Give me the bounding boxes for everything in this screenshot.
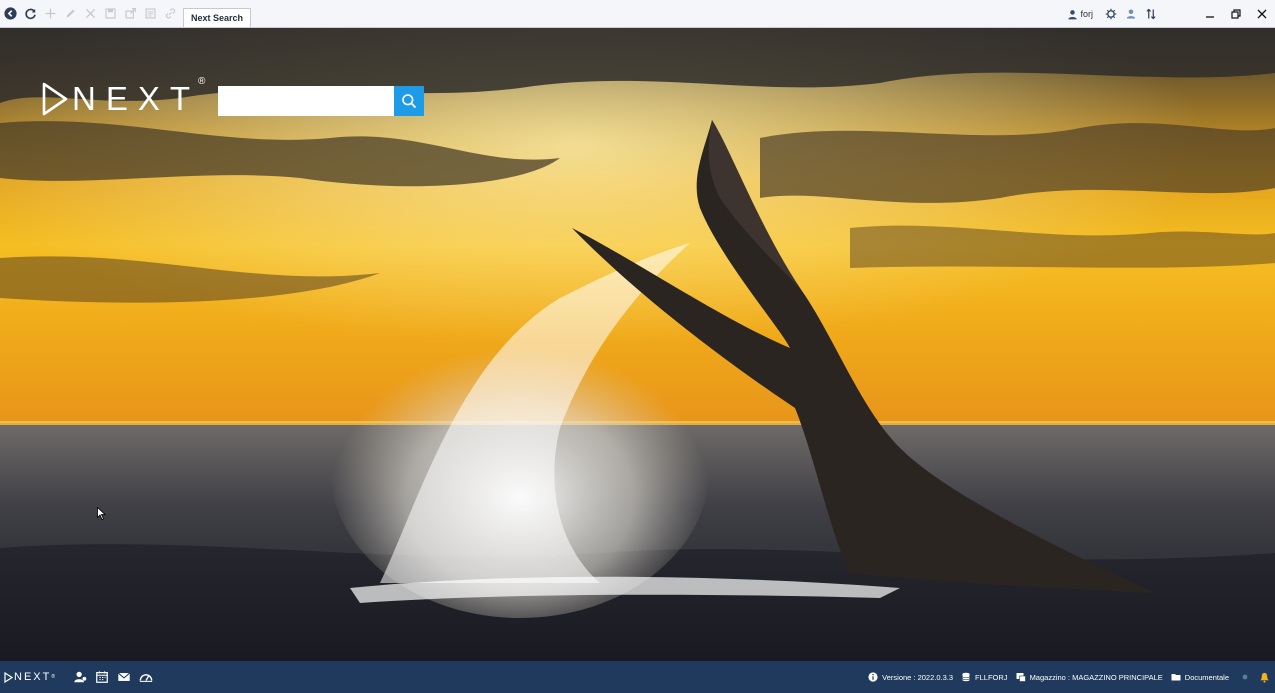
statusbar-shortcuts (69, 666, 157, 688)
folder-icon (1171, 674, 1181, 681)
search-button[interactable] (394, 86, 424, 116)
bell-icon (1259, 672, 1269, 683)
statusbar-logo-reg: ® (51, 674, 56, 680)
database-icon (962, 672, 970, 682)
status-bar: NEXT ® Versione : 2022.0.3.3 FLLFORJ Maga… (0, 661, 1275, 693)
close-icon (1257, 9, 1267, 19)
database-info[interactable]: FLLFORJ (961, 672, 1008, 682)
users-button[interactable] (1121, 4, 1141, 24)
mail-button[interactable] (113, 666, 135, 688)
users-icon (1126, 9, 1136, 19)
delete-button[interactable] (80, 4, 100, 24)
statusbar-logo-text: NEXT (14, 671, 52, 683)
tab-next-search[interactable]: Next Search (183, 8, 252, 27)
minimize-button[interactable] (1197, 4, 1223, 24)
database-text: FLLFORJ (975, 672, 1008, 682)
version-text: Versione : 2022.0.3.3 (882, 672, 954, 682)
save-icon (104, 8, 116, 19)
settings-icon (1105, 8, 1117, 20)
search-input[interactable] (218, 86, 394, 116)
sort-icon (1146, 8, 1156, 20)
dashboard-icon (139, 674, 153, 682)
dashboard-button[interactable] (135, 666, 157, 688)
documents-text: Documentale (1184, 672, 1229, 682)
next-logo-mark-icon (42, 82, 68, 116)
search-icon (402, 94, 417, 109)
close-button[interactable] (1249, 4, 1275, 24)
star-icon (1242, 674, 1248, 680)
add-icon (45, 8, 55, 19)
export-button[interactable] (120, 4, 140, 24)
link-button[interactable] (160, 4, 180, 24)
info-icon (868, 672, 878, 682)
user-name: forj (1080, 9, 1093, 19)
notifications-button[interactable] (1253, 672, 1275, 683)
list-button[interactable] (140, 4, 160, 24)
settings-button[interactable] (1101, 4, 1121, 24)
refresh-button[interactable] (20, 4, 40, 24)
contacts-icon (74, 671, 87, 683)
version-info[interactable]: Versione : 2022.0.3.3 (868, 672, 953, 682)
link-icon (165, 8, 175, 19)
statusbar-logo[interactable]: NEXT ® (4, 671, 55, 683)
delete-icon (85, 8, 95, 19)
calendar-button[interactable] (91, 666, 113, 688)
back-button[interactable] (0, 4, 20, 24)
top-right-area: forj (1067, 0, 1275, 28)
logo-registered-mark: ® (198, 76, 206, 87)
logo-text: NEXT (72, 80, 201, 117)
minimize-icon (1206, 16, 1214, 18)
mouse-cursor-icon (97, 507, 106, 520)
save-button[interactable] (100, 4, 120, 24)
user-icon (1068, 9, 1078, 19)
add-button[interactable] (40, 4, 60, 24)
status-indicator (1237, 666, 1253, 688)
restore-icon (1231, 9, 1241, 19)
window-controls (1197, 4, 1275, 24)
restore-button[interactable] (1223, 4, 1249, 24)
sort-button[interactable] (1141, 4, 1161, 24)
edit-icon (65, 9, 75, 18)
mail-icon (118, 672, 131, 681)
refresh-icon (24, 8, 36, 20)
back-icon (3, 7, 17, 20)
user-menu[interactable]: forj (1067, 9, 1093, 20)
warehouse-text: Magazzino : MAGAZZINO PRINCIPALE (1029, 672, 1163, 682)
next-logo: NEXT ® (40, 76, 205, 118)
desktop-background: NEXT ® (0, 28, 1275, 661)
calendar-icon (96, 671, 108, 683)
next-logo-mark-icon (4, 671, 13, 683)
documents-info[interactable]: Documentale (1171, 672, 1229, 682)
statusbar-info: Versione : 2022.0.3.3 FLLFORJ Magazzino … (868, 661, 1275, 693)
warehouse-icon (1016, 673, 1026, 682)
export-icon (124, 8, 136, 19)
top-toolbar: Next Search forj (0, 0, 1275, 28)
contacts-button[interactable] (69, 666, 91, 688)
list-icon (144, 8, 156, 19)
warehouse-info[interactable]: Magazzino : MAGAZZINO PRINCIPALE (1016, 672, 1163, 682)
whale-tail-sunset-image (0, 28, 1275, 661)
edit-button[interactable] (60, 4, 80, 24)
